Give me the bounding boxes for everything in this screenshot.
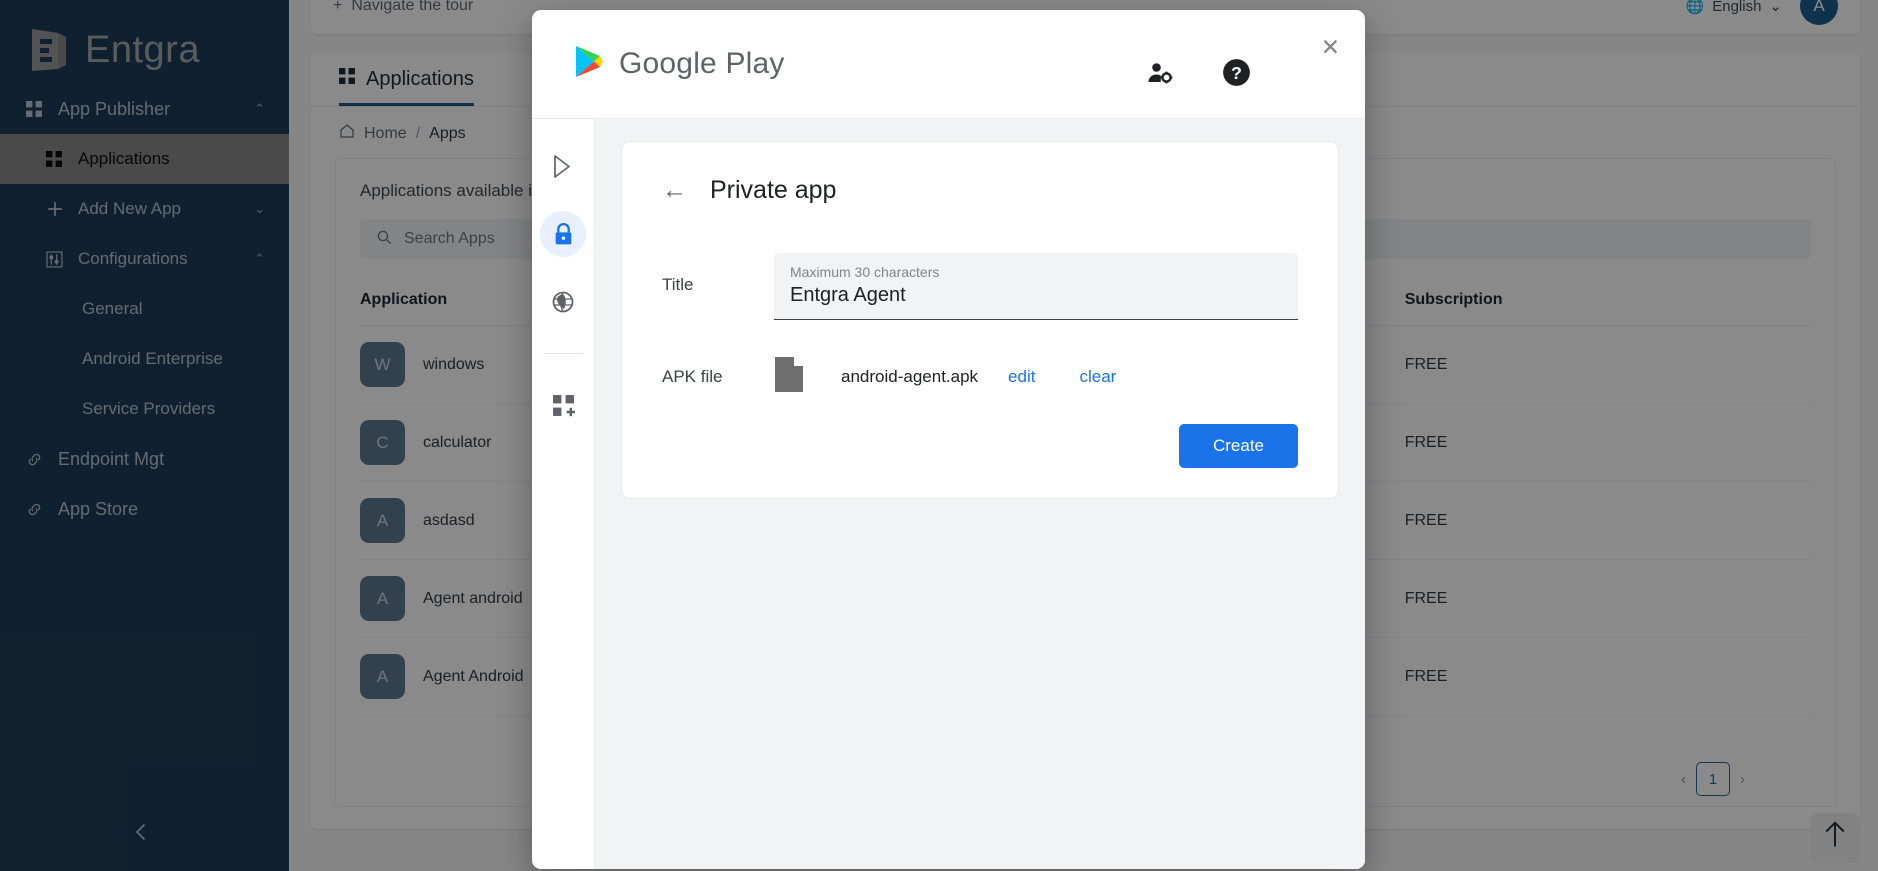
rail-divider [543, 353, 583, 354]
google-play-private-app-modal: Google Play ? ✕ ← Private app Title Maxi… [532, 10, 1365, 869]
title-input[interactable]: Maximum 30 characters Entgra Agent [774, 253, 1298, 320]
manage-account-icon[interactable] [1147, 61, 1174, 90]
create-button[interactable]: Create [1178, 424, 1298, 468]
modal-body: ← Private app Title Maximum 30 character… [532, 118, 1365, 869]
title-field-row: Title Maximum 30 characters Entgra Agent [662, 253, 1298, 320]
title-input-value: Entgra Agent [790, 284, 906, 306]
private-apps-lock-icon[interactable] [540, 211, 586, 257]
title-field-label: Title [662, 275, 694, 294]
apk-edit-link[interactable]: edit [1008, 367, 1035, 387]
apk-file-row: APK file android-agent.apk edit clear [662, 356, 1298, 398]
web-apps-globe-icon[interactable] [540, 279, 586, 325]
apk-field-label: APK file [662, 367, 723, 386]
modal-content-area: ← Private app Title Maximum 30 character… [595, 119, 1365, 869]
apk-file-name: android-agent.apk [841, 367, 979, 386]
form-title-row: ← Private app [662, 176, 1298, 205]
google-play-icon [574, 45, 604, 83]
apk-clear-link[interactable]: clear [1079, 367, 1116, 387]
modal-side-rail [532, 119, 595, 869]
close-icon[interactable]: ✕ [1321, 36, 1340, 59]
google-play-brand: Google Play [532, 45, 785, 83]
private-app-form-card: ← Private app Title Maximum 30 character… [621, 141, 1339, 499]
form-actions: Create [662, 424, 1298, 468]
organize-apps-grid-icon[interactable] [540, 382, 586, 428]
help-icon[interactable]: ? [1222, 58, 1251, 92]
page-title: Private app [710, 176, 837, 204]
back-arrow-icon[interactable]: ← [662, 178, 687, 203]
google-play-label: Google Play [619, 47, 785, 80]
modal-header: Google Play ? ✕ [532, 10, 1365, 118]
play-store-icon[interactable] [540, 143, 586, 189]
screen: Entgra App Publisher ⌃ Applications Add … [0, 0, 1878, 871]
file-icon [774, 356, 804, 398]
svg-text:?: ? [1231, 63, 1242, 83]
title-input-hint: Maximum 30 characters [790, 264, 940, 280]
